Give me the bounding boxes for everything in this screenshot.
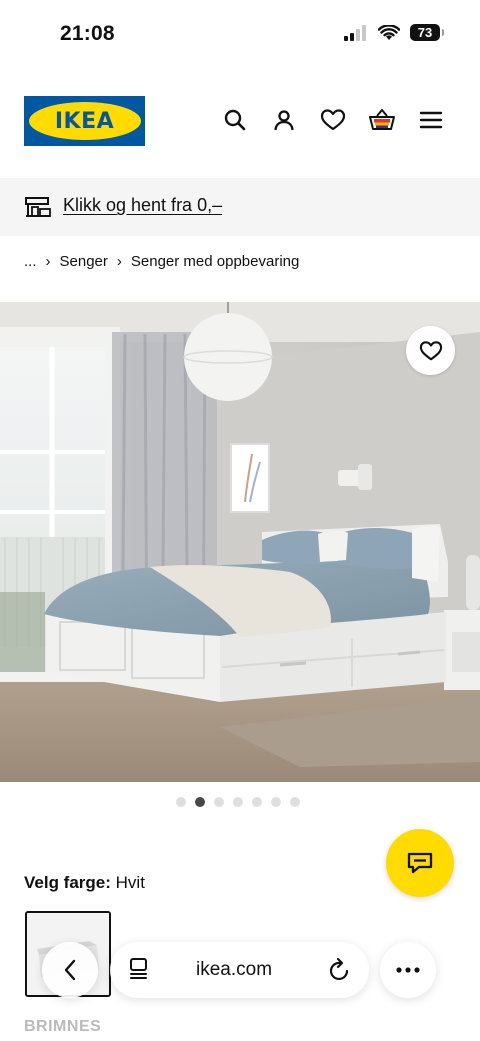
carousel-dot[interactable]	[195, 797, 205, 807]
color-value: Hvit	[115, 873, 145, 892]
battery-level: 73	[417, 25, 433, 40]
chevron-right-icon: ›	[45, 253, 51, 270]
browser-back-button[interactable]	[42, 942, 98, 998]
breadcrumb-ellipsis[interactable]: ...	[24, 253, 37, 270]
cart-button[interactable]	[368, 106, 396, 134]
battery-icon: 73	[410, 24, 444, 41]
ikea-logo[interactable]: IKEA	[24, 96, 145, 146]
user-icon	[274, 110, 294, 131]
color-label: Velg farge:	[24, 873, 111, 892]
chat-button[interactable]	[386, 829, 454, 897]
carousel-dot[interactable]	[176, 797, 186, 807]
carousel-dot[interactable]	[252, 797, 262, 807]
more-options-button[interactable]	[380, 942, 436, 998]
logo-text: IKEA	[54, 108, 115, 134]
account-button[interactable]	[270, 106, 298, 134]
menu-button[interactable]	[417, 106, 445, 134]
carousel-dot[interactable]	[290, 797, 300, 807]
breadcrumb: ... › Senger › Senger med oppbevaring	[24, 253, 299, 270]
chevron-left-icon	[64, 959, 76, 981]
menu-icon	[419, 111, 443, 129]
carousel-indicator	[176, 797, 300, 807]
add-to-favourites-button[interactable]	[406, 326, 455, 375]
status-time: 21:08	[60, 22, 115, 45]
heart-icon	[419, 340, 442, 360]
basket-icon	[369, 109, 395, 130]
search-button[interactable]	[221, 106, 249, 134]
reload-icon	[329, 957, 349, 980]
favourites-button[interactable]	[319, 106, 347, 134]
reload-button[interactable]	[328, 956, 352, 987]
search-icon	[224, 109, 246, 131]
breadcrumb-item-senger-med-oppbevaring[interactable]: Senger med oppbevaring	[131, 253, 299, 270]
cellular-signal-icon	[344, 24, 366, 41]
carousel-dot[interactable]	[233, 797, 243, 807]
click-collect-link[interactable]: Klikk og hent fra 0,–	[63, 195, 222, 216]
store-icon	[24, 194, 52, 225]
page-format-icon	[130, 958, 147, 979]
bedroom-illustration	[0, 302, 480, 782]
ellipsis-icon	[396, 967, 420, 973]
heart-icon	[320, 109, 346, 131]
chevron-right-icon: ›	[116, 253, 122, 270]
color-selector: Velg farge: Hvit	[24, 873, 145, 893]
status-icons: 73	[344, 24, 444, 41]
product-image[interactable]	[0, 302, 480, 782]
page-menu-button[interactable]	[128, 957, 150, 986]
variant-name: BRIMNES	[24, 1018, 102, 1035]
carousel-dot[interactable]	[271, 797, 281, 807]
breadcrumb-item-senger[interactable]: Senger	[60, 253, 108, 270]
wifi-icon	[378, 24, 400, 40]
chat-bubble-icon	[407, 852, 433, 874]
carousel-dot[interactable]	[214, 797, 224, 807]
url-text[interactable]: ikea.com	[196, 959, 272, 981]
